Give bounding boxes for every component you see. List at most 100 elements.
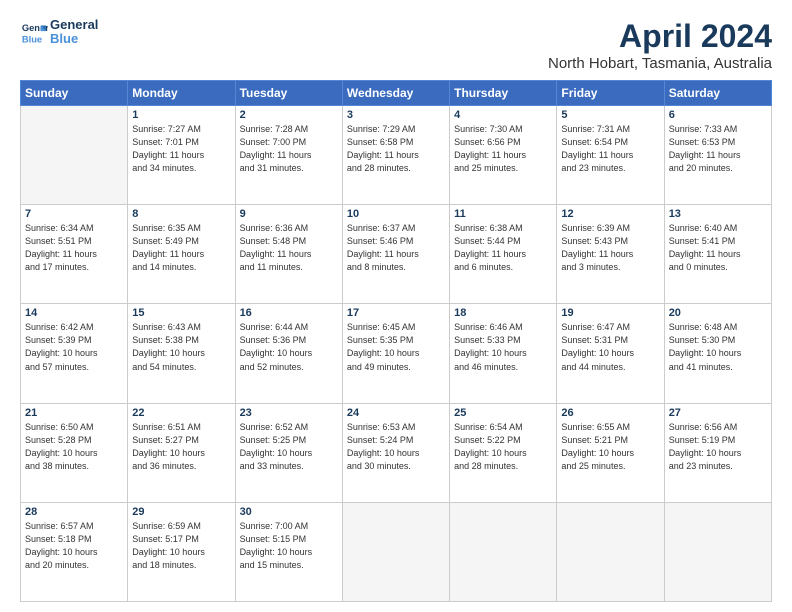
day-number: 29 bbox=[132, 506, 230, 518]
day-cell: 16 Sunrise: 6:44 AM Sunset: 5:36 PM Dayli… bbox=[235, 304, 342, 403]
day-number: 30 bbox=[240, 506, 338, 518]
day-number: 23 bbox=[240, 407, 338, 419]
day-info: Sunrise: 6:55 AM Sunset: 5:21 PM Dayligh… bbox=[561, 421, 659, 473]
day-info: Sunrise: 7:27 AM Sunset: 7:01 PM Dayligh… bbox=[132, 123, 230, 175]
day-number: 12 bbox=[561, 208, 659, 220]
day-info: Sunrise: 6:47 AM Sunset: 5:31 PM Dayligh… bbox=[561, 321, 659, 373]
day-number: 15 bbox=[132, 307, 230, 319]
day-cell: 19 Sunrise: 6:47 AM Sunset: 5:31 PM Dayli… bbox=[557, 304, 664, 403]
day-cell: 17 Sunrise: 6:45 AM Sunset: 5:35 PM Dayli… bbox=[342, 304, 449, 403]
day-cell bbox=[664, 502, 771, 601]
month-title: April 2024 bbox=[548, 18, 772, 55]
day-cell: 7 Sunrise: 6:34 AM Sunset: 5:51 PM Daylig… bbox=[21, 205, 128, 304]
page: General Blue General Blue April 2024 Nor… bbox=[0, 0, 792, 612]
day-cell: 14Sunrise: 6:42 AM Sunset: 5:39 PM Dayli… bbox=[21, 304, 128, 403]
day-cell: 27 Sunrise: 6:56 AM Sunset: 5:19 PM Dayli… bbox=[664, 403, 771, 502]
day-number: 26 bbox=[561, 407, 659, 419]
day-info: Sunrise: 7:00 AM Sunset: 5:15 PM Dayligh… bbox=[240, 520, 338, 572]
day-info: Sunrise: 6:35 AM Sunset: 5:49 PM Dayligh… bbox=[132, 222, 230, 274]
day-cell: 2Sunrise: 7:28 AM Sunset: 7:00 PM Daylig… bbox=[235, 106, 342, 205]
day-cell: 15 Sunrise: 6:43 AM Sunset: 5:38 PM Dayli… bbox=[128, 304, 235, 403]
day-info: Sunrise: 6:34 AM Sunset: 5:51 PM Dayligh… bbox=[25, 222, 123, 274]
day-info: Sunrise: 6:39 AM Sunset: 5:43 PM Dayligh… bbox=[561, 222, 659, 274]
day-cell bbox=[342, 502, 449, 601]
day-info: Sunrise: 7:28 AM Sunset: 7:00 PM Dayligh… bbox=[240, 123, 338, 175]
day-number: 11 bbox=[454, 208, 552, 220]
day-info: Sunrise: 7:30 AM Sunset: 6:56 PM Dayligh… bbox=[454, 123, 552, 175]
day-cell: 6 Sunrise: 7:33 AM Sunset: 6:53 PM Daylig… bbox=[664, 106, 771, 205]
day-number: 24 bbox=[347, 407, 445, 419]
day-number: 10 bbox=[347, 208, 445, 220]
week-row-2: 7 Sunrise: 6:34 AM Sunset: 5:51 PM Daylig… bbox=[21, 205, 772, 304]
day-cell: 29 Sunrise: 6:59 AM Sunset: 5:17 PM Dayli… bbox=[128, 502, 235, 601]
day-cell: 10Sunrise: 6:37 AM Sunset: 5:46 PM Dayli… bbox=[342, 205, 449, 304]
day-cell: 18Sunrise: 6:46 AM Sunset: 5:33 PM Dayli… bbox=[450, 304, 557, 403]
day-number: 21 bbox=[25, 407, 123, 419]
col-header-monday: Monday bbox=[128, 81, 235, 106]
day-number: 5 bbox=[561, 109, 659, 121]
day-info: Sunrise: 7:31 AM Sunset: 6:54 PM Dayligh… bbox=[561, 123, 659, 175]
day-number: 4 bbox=[454, 109, 552, 121]
day-cell: 28Sunrise: 6:57 AM Sunset: 5:18 PM Dayli… bbox=[21, 502, 128, 601]
logo-icon: General Blue bbox=[20, 18, 48, 46]
logo-line2: Blue bbox=[50, 32, 98, 46]
day-cell: 21 Sunrise: 6:50 AM Sunset: 5:28 PM Dayli… bbox=[21, 403, 128, 502]
day-info: Sunrise: 6:57 AM Sunset: 5:18 PM Dayligh… bbox=[25, 520, 123, 572]
header: General Blue General Blue April 2024 Nor… bbox=[20, 18, 772, 72]
day-cell: 30 Sunrise: 7:00 AM Sunset: 5:15 PM Dayli… bbox=[235, 502, 342, 601]
day-info: Sunrise: 6:56 AM Sunset: 5:19 PM Dayligh… bbox=[669, 421, 767, 473]
day-info: Sunrise: 6:38 AM Sunset: 5:44 PM Dayligh… bbox=[454, 222, 552, 274]
day-info: Sunrise: 6:46 AM Sunset: 5:33 PM Dayligh… bbox=[454, 321, 552, 373]
day-info: Sunrise: 6:44 AM Sunset: 5:36 PM Dayligh… bbox=[240, 321, 338, 373]
col-header-thursday: Thursday bbox=[450, 81, 557, 106]
day-number: 7 bbox=[25, 208, 123, 220]
day-cell: 1Sunrise: 7:27 AM Sunset: 7:01 PM Daylig… bbox=[128, 106, 235, 205]
title-block: April 2024 North Hobart, Tasmania, Austr… bbox=[548, 18, 772, 72]
day-info: Sunrise: 7:33 AM Sunset: 6:53 PM Dayligh… bbox=[669, 123, 767, 175]
day-number: 25 bbox=[454, 407, 552, 419]
subtitle: North Hobart, Tasmania, Australia bbox=[548, 55, 772, 72]
day-number: 19 bbox=[561, 307, 659, 319]
day-info: Sunrise: 6:42 AM Sunset: 5:39 PM Dayligh… bbox=[25, 321, 123, 373]
day-info: Sunrise: 7:29 AM Sunset: 6:58 PM Dayligh… bbox=[347, 123, 445, 175]
week-row-4: 21 Sunrise: 6:50 AM Sunset: 5:28 PM Dayli… bbox=[21, 403, 772, 502]
day-cell: 5 Sunrise: 7:31 AM Sunset: 6:54 PM Daylig… bbox=[557, 106, 664, 205]
col-header-wednesday: Wednesday bbox=[342, 81, 449, 106]
day-info: Sunrise: 6:45 AM Sunset: 5:35 PM Dayligh… bbox=[347, 321, 445, 373]
day-cell: 12 Sunrise: 6:39 AM Sunset: 5:43 PM Dayli… bbox=[557, 205, 664, 304]
day-cell: 8 Sunrise: 6:35 AM Sunset: 5:49 PM Daylig… bbox=[128, 205, 235, 304]
day-info: Sunrise: 6:51 AM Sunset: 5:27 PM Dayligh… bbox=[132, 421, 230, 473]
day-cell: 25Sunrise: 6:54 AM Sunset: 5:22 PM Dayli… bbox=[450, 403, 557, 502]
day-cell: 4 Sunrise: 7:30 AM Sunset: 6:56 PM Daylig… bbox=[450, 106, 557, 205]
day-info: Sunrise: 6:43 AM Sunset: 5:38 PM Dayligh… bbox=[132, 321, 230, 373]
day-number: 6 bbox=[669, 109, 767, 121]
day-number: 16 bbox=[240, 307, 338, 319]
week-row-3: 14Sunrise: 6:42 AM Sunset: 5:39 PM Dayli… bbox=[21, 304, 772, 403]
day-cell bbox=[21, 106, 128, 205]
day-number: 3 bbox=[347, 109, 445, 121]
day-number: 27 bbox=[669, 407, 767, 419]
day-number: 9 bbox=[240, 208, 338, 220]
day-info: Sunrise: 6:40 AM Sunset: 5:41 PM Dayligh… bbox=[669, 222, 767, 274]
day-number: 13 bbox=[669, 208, 767, 220]
day-cell: 11 Sunrise: 6:38 AM Sunset: 5:44 PM Dayli… bbox=[450, 205, 557, 304]
col-header-saturday: Saturday bbox=[664, 81, 771, 106]
calendar: SundayMondayTuesdayWednesdayThursdayFrid… bbox=[20, 80, 772, 602]
day-number: 22 bbox=[132, 407, 230, 419]
day-cell: 22 Sunrise: 6:51 AM Sunset: 5:27 PM Dayli… bbox=[128, 403, 235, 502]
day-cell: 24Sunrise: 6:53 AM Sunset: 5:24 PM Dayli… bbox=[342, 403, 449, 502]
day-cell: 23Sunrise: 6:52 AM Sunset: 5:25 PM Dayli… bbox=[235, 403, 342, 502]
day-info: Sunrise: 6:59 AM Sunset: 5:17 PM Dayligh… bbox=[132, 520, 230, 572]
day-info: Sunrise: 6:48 AM Sunset: 5:30 PM Dayligh… bbox=[669, 321, 767, 373]
day-cell: 20Sunrise: 6:48 AM Sunset: 5:30 PM Dayli… bbox=[664, 304, 771, 403]
col-header-friday: Friday bbox=[557, 81, 664, 106]
day-cell bbox=[450, 502, 557, 601]
day-number: 8 bbox=[132, 208, 230, 220]
logo-line1: General bbox=[50, 18, 98, 32]
logo: General Blue General Blue bbox=[20, 18, 98, 47]
day-number: 17 bbox=[347, 307, 445, 319]
day-info: Sunrise: 6:50 AM Sunset: 5:28 PM Dayligh… bbox=[25, 421, 123, 473]
day-cell: 9Sunrise: 6:36 AM Sunset: 5:48 PM Daylig… bbox=[235, 205, 342, 304]
day-cell: 26 Sunrise: 6:55 AM Sunset: 5:21 PM Dayli… bbox=[557, 403, 664, 502]
col-header-tuesday: Tuesday bbox=[235, 81, 342, 106]
